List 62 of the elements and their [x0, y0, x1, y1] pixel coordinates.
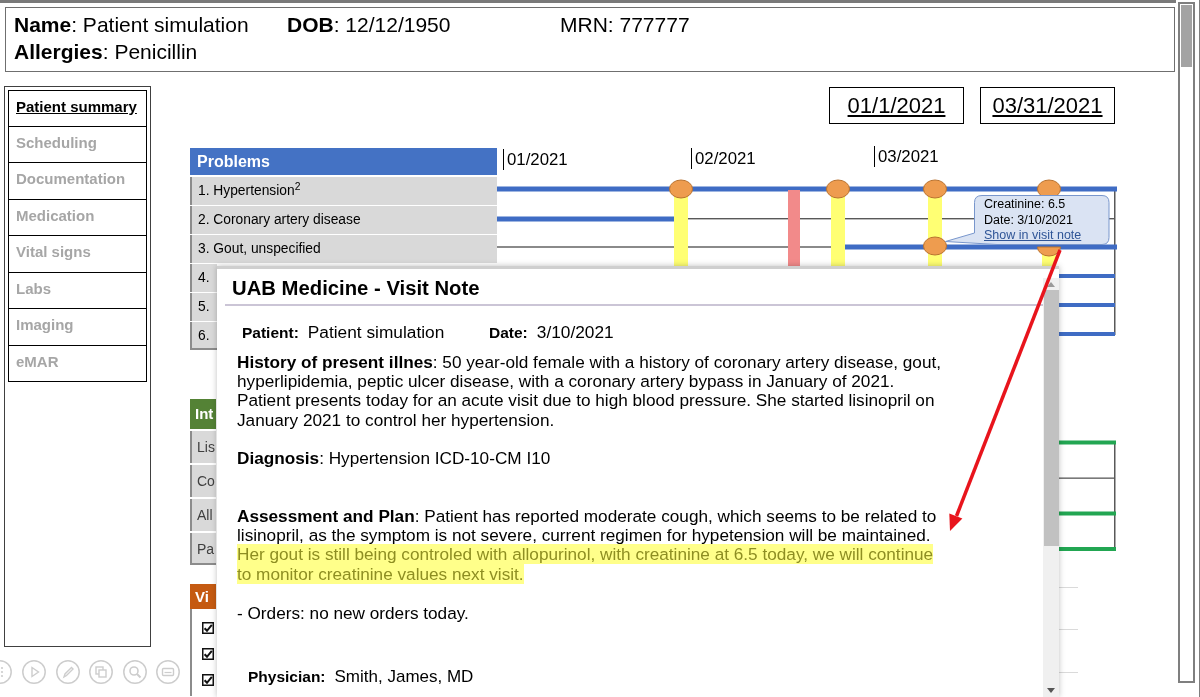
highlight-band [831, 196, 845, 266]
highlighted-text: Her gout is still being controled with allopurinol, with creatinine at 6.5 today, we will continue to monitor creatinine values next visit. [237, 545, 935, 584]
problem-row[interactable]: 2. Coronary artery disease [190, 206, 497, 234]
list-row[interactable]: Pa [190, 533, 216, 565]
problem-row[interactable]: 4. [190, 264, 217, 292]
problem-row[interactable]: 6. [190, 322, 217, 350]
visit-note-title: UAB Medicine - Visit Note [232, 276, 480, 300]
intervention-bar [1059, 547, 1116, 551]
record-number: MRN: 777777 [560, 13, 690, 36]
month-label: 01/2021 [503, 149, 568, 170]
section-header: Problems [190, 148, 497, 175]
event-marker[interactable] [826, 179, 850, 199]
month-label: 03/2021 [874, 146, 939, 167]
orders-text: - Orders: no new orders today. [237, 603, 470, 624]
date-of-birth: DOB: 12/12/1950 [287, 13, 451, 36]
problem-bar [1059, 274, 1115, 278]
checkbox[interactable] [202, 622, 214, 634]
start-date-field[interactable]: 01/1/2021 [829, 87, 964, 124]
down-arrow-icon[interactable] [1047, 688, 1055, 693]
checkbox[interactable] [202, 674, 214, 686]
end-date-field[interactable]: 03/31/2021 [980, 87, 1115, 124]
scrollbar-thumb[interactable] [1043, 290, 1059, 546]
checkbox[interactable] [202, 648, 214, 660]
section-header: Int [190, 399, 216, 429]
physician-name: Smith, James, MD [334, 667, 474, 688]
problem-bar [1059, 303, 1115, 307]
patient-name: Patient simulation [307, 322, 445, 342]
history-text: History of present illnes: 50 year-old female with a history of coronary artery disease, gout, hyperlipidemia, peptic ulcer disease, with a coronary artery bypass in January of 2021. Patient presents today for an acute visit due to high blood pressure. She started lisinopril on January 2021 to control her hypertension. [237, 353, 943, 430]
scrollbar-thumb[interactable] [1181, 5, 1192, 67]
physician-label: Physician: [248, 667, 326, 688]
intervention-bar [1059, 440, 1116, 445]
tooltip-text: Creatinine: 6.5 [984, 197, 1066, 213]
sidebar-item[interactable]: Patient summary [8, 90, 147, 127]
problem-row[interactable]: 3. Gout, unspecified [190, 235, 497, 263]
problem-row[interactable]: 1. Hypertension$^{2}$ [190, 177, 497, 205]
problem-row[interactable]: 5. [190, 293, 217, 321]
patient-name: Name: Patient simulation [14, 13, 249, 36]
grid-line [1059, 672, 1078, 673]
allergies-text: Allergies: Penicillin [14, 39, 198, 65]
tooltip-text: Date: 3/10/2021 [984, 212, 1073, 228]
month-label: 02/2021 [691, 148, 756, 169]
event-marker[interactable] [669, 179, 693, 199]
date-label: Date: [489, 323, 528, 343]
grid-line [1059, 587, 1078, 588]
list-row[interactable]: All [190, 499, 216, 531]
grid-line [1059, 629, 1078, 630]
list-row[interactable]: Co [190, 465, 216, 497]
show-in-visit-note-link[interactable]: Show in visit note [984, 228, 1082, 244]
intervention-bar [1059, 511, 1116, 516]
assessment-text: Assessment and Plan: Patient has reported moderate cough, which seems to be related to lisinopril, as the symptom is not severe, current regimen for hypetension will be maintained. [237, 507, 938, 546]
event-marker[interactable] [923, 179, 947, 199]
dots-icon[interactable] [0, 660, 12, 684]
problem-bar [1059, 332, 1115, 336]
visit-date: 3/10/2021 [536, 322, 614, 342]
list-row[interactable]: Lis [190, 431, 216, 463]
event-marker[interactable] [923, 236, 947, 256]
diagnosis-text: Diagnosis: Hypertension ICD-10-CM I10 [237, 448, 552, 468]
patient-label: Patient: [242, 323, 299, 343]
highlight-band [674, 196, 688, 266]
up-arrow-icon[interactable] [1047, 282, 1055, 287]
event-marker[interactable] [1037, 246, 1061, 257]
section-header: Vi [190, 584, 216, 609]
